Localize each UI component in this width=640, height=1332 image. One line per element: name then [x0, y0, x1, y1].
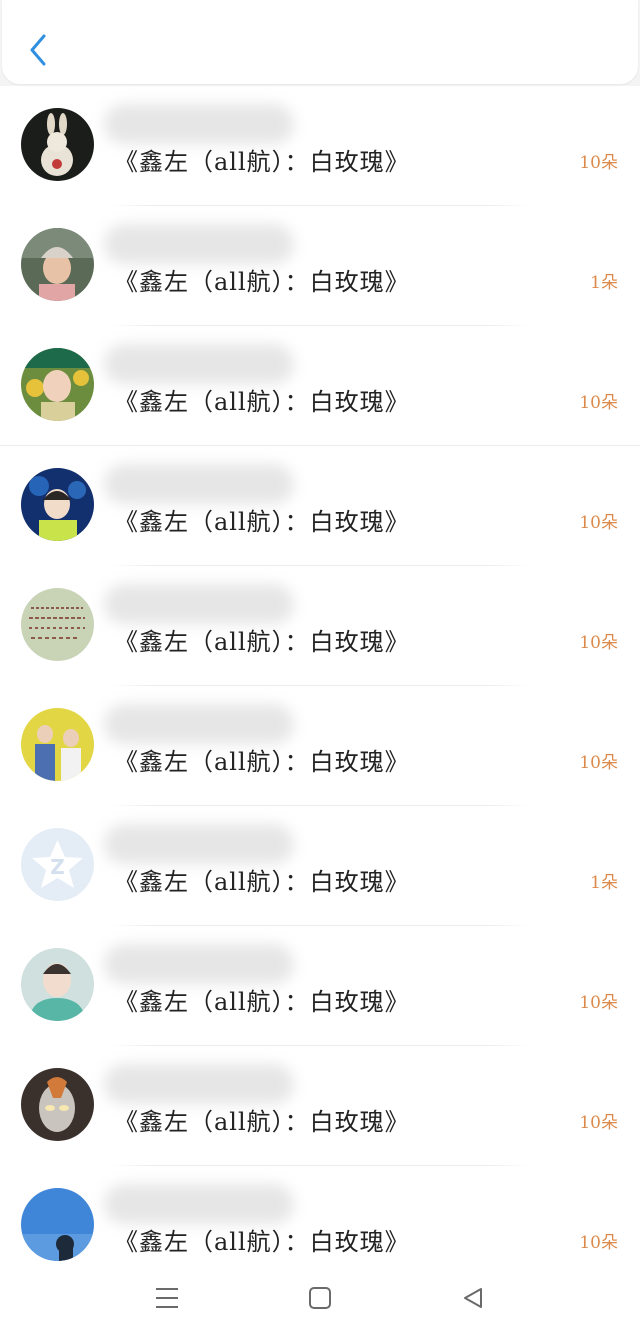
list-item-title: 《鑫左（all航）：白玫瑰》 [114, 268, 410, 296]
list-item-title: 《鑫左（all航）：白玫瑰》 [114, 1108, 410, 1136]
list-item[interactable]: 《鑫左（all航）：白玫瑰》 10朵 [0, 686, 640, 806]
chevron-left-icon [30, 34, 46, 66]
blurred-username [104, 1184, 294, 1224]
flower-list: 《鑫左（all航）：白玫瑰》 10朵 《鑫左（all航）：白玫瑰》 1朵 《鑫左… [0, 86, 640, 1262]
system-nav-bar [0, 1262, 640, 1332]
list-item[interactable]: 《鑫左（all航）：白玫瑰》 10朵 [0, 446, 640, 566]
square-home-icon [309, 1287, 331, 1309]
blurred-username [104, 224, 294, 264]
list-item-title: 《鑫左（all航）：白玫瑰》 [114, 1228, 410, 1256]
flower-count: 10朵 [579, 993, 618, 1013]
top-bar [0, 0, 640, 86]
menu-icon [156, 1288, 178, 1308]
menu-button[interactable] [149, 1280, 185, 1316]
list-item-title: 《鑫左（all航）：白玫瑰》 [114, 868, 410, 896]
blurred-username [104, 344, 294, 384]
flower-count: 1朵 [590, 273, 618, 293]
list-item-title: 《鑫左（all航）：白玫瑰》 [114, 388, 410, 416]
sky-avatar[interactable] [21, 1188, 94, 1261]
flower-count: 10朵 [579, 153, 618, 173]
sunflower-avatar[interactable] [21, 348, 94, 421]
list-item-title: 《鑫左（all航）：白玫瑰》 [114, 748, 410, 776]
qzone-default-avatar[interactable]: Z [21, 828, 94, 901]
blurred-username [104, 104, 294, 144]
blue-stage-avatar[interactable] [21, 468, 94, 541]
girl-beanie-avatar[interactable] [21, 228, 94, 301]
list-item[interactable]: 《鑫左（all航）：白玫瑰》 10朵 [0, 326, 640, 446]
flower-count: 10朵 [579, 393, 618, 413]
flower-count: 10朵 [579, 1233, 618, 1253]
nav-back-button[interactable] [455, 1280, 491, 1316]
blurred-username [104, 704, 294, 744]
list-item[interactable]: 《鑫左（all航）：白玫瑰》 10朵 [0, 86, 640, 206]
list-item-title: 《鑫左（all航）：白玫瑰》 [114, 988, 410, 1016]
flower-count: 10朵 [579, 1113, 618, 1133]
yellow-wall-avatar[interactable] [21, 708, 94, 781]
list-item[interactable]: 《鑫左（all航）：白玫瑰》 10朵 [0, 566, 640, 686]
flower-count: 10朵 [579, 513, 618, 533]
blurred-username [104, 584, 294, 624]
teal-hoodie-avatar[interactable] [21, 948, 94, 1021]
flower-count: 10朵 [579, 633, 618, 653]
list-item[interactable]: 《鑫左（all航）：白玫瑰》 10朵 [0, 1166, 640, 1262]
blurred-username [104, 824, 294, 864]
list-item-title: 《鑫左（all航）：白玫瑰》 [114, 148, 410, 176]
ultraman-avatar[interactable] [21, 1068, 94, 1141]
list-item[interactable]: 《鑫左（all航）：白玫瑰》 10朵 [0, 1046, 640, 1166]
list-item[interactable]: 《鑫左（all航）：白玫瑰》 1朵 [0, 206, 640, 326]
handwriting-avatar[interactable] [21, 588, 94, 661]
list-item[interactable]: Z 《鑫左（all航）：白玫瑰》 1朵 [0, 806, 640, 926]
rabbit-avatar[interactable] [21, 108, 94, 181]
svg-text:Z: Z [50, 855, 65, 879]
top-bar-card [2, 0, 638, 84]
list-item-title: 《鑫左（all航）：白玫瑰》 [114, 628, 410, 656]
flower-count: 10朵 [579, 753, 618, 773]
list-item-title: 《鑫左（all航）：白玫瑰》 [114, 508, 410, 536]
blurred-username [104, 944, 294, 984]
back-button[interactable] [20, 30, 56, 70]
blurred-username [104, 1064, 294, 1104]
list-item[interactable]: 《鑫左（all航）：白玫瑰》 10朵 [0, 926, 640, 1046]
triangle-back-icon [464, 1288, 482, 1308]
home-button[interactable] [302, 1280, 338, 1316]
blurred-username [104, 464, 294, 504]
flower-count: 1朵 [590, 873, 618, 893]
